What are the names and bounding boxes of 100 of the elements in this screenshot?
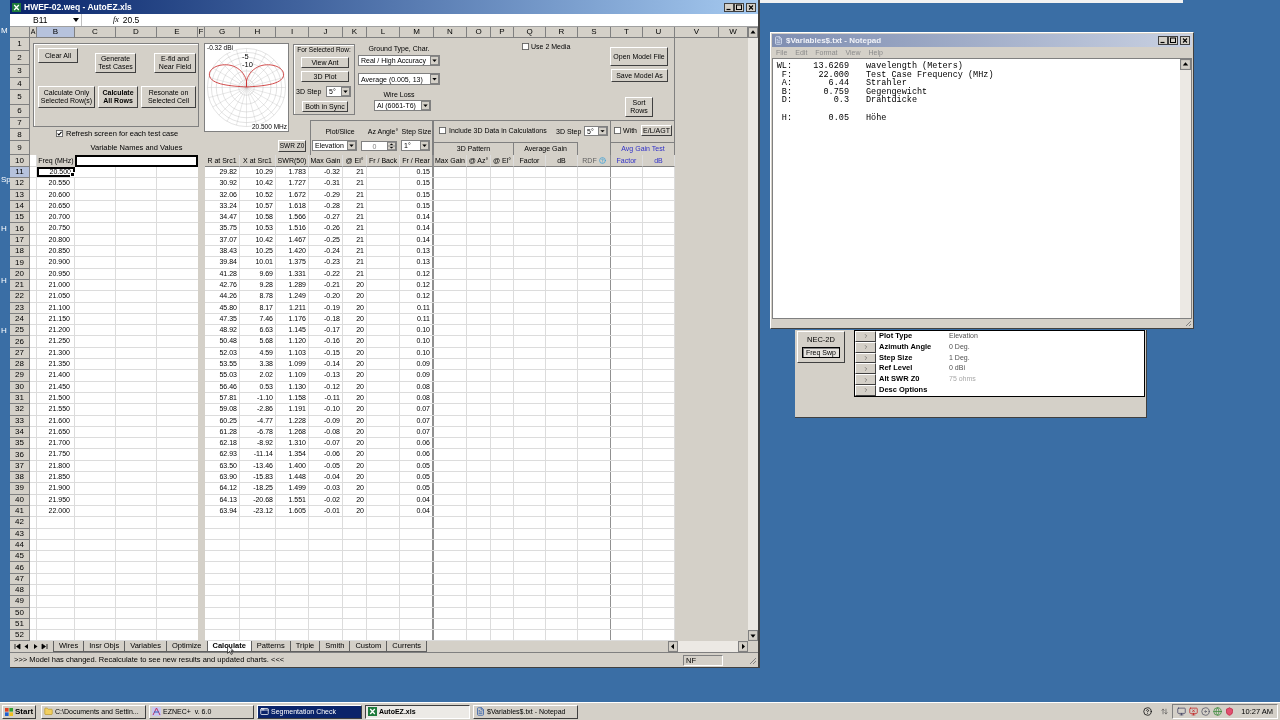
flag-icon <box>5 707 13 716</box>
dropdown-arrow-icon <box>598 127 607 135</box>
row-header[interactable]: 4 <box>10 78 30 90</box>
app-icon <box>152 707 161 716</box>
disc-icon[interactable] <box>1201 707 1211 716</box>
select-all-corner[interactable] <box>10 27 30 38</box>
row-header[interactable]: 8 <box>10 129 30 141</box>
row-header[interactable]: 1 <box>10 38 30 51</box>
window-icon <box>260 707 269 716</box>
row-header[interactable]: 20 <box>10 268 30 280</box>
column-header[interactable]: N <box>434 27 467 38</box>
row-header[interactable]: 33 <box>10 415 30 427</box>
expand-button[interactable] <box>855 341 876 353</box>
monitor-icon[interactable] <box>1177 707 1187 716</box>
notepad-icon <box>774 36 783 45</box>
resize-grip-icon[interactable] <box>747 655 757 665</box>
column-header[interactable]: S <box>578 27 611 38</box>
row-header[interactable]: 30 <box>10 381 30 393</box>
variable-name: B: <box>780 87 792 97</box>
row-header[interactable]: 49 <box>10 596 30 608</box>
row-header[interactable]: 50 <box>10 607 30 619</box>
row-header[interactable]: 13 <box>10 189 30 201</box>
column-header[interactable]: Q <box>514 27 546 38</box>
resize-grip-icon[interactable] <box>1184 319 1192 327</box>
expand-button[interactable] <box>855 385 876 396</box>
checkbox[interactable] <box>614 127 621 134</box>
column-header[interactable]: M <box>400 27 434 38</box>
column-header[interactable]: E <box>157 27 198 38</box>
checkbox[interactable] <box>439 127 446 134</box>
name-box[interactable]: B11 <box>10 14 82 26</box>
column-header[interactable]: T <box>611 27 643 38</box>
row-header[interactable]: 26 <box>10 336 30 348</box>
up-down-arrow-icon[interactable] <box>1161 707 1169 716</box>
row-header[interactable]: 32 <box>10 404 30 416</box>
row-header[interactable]: 23 <box>10 302 30 314</box>
window-title: HWEF-02.weq - AutoEZ.xls <box>24 2 132 12</box>
start-button[interactable]: Start <box>2 704 36 719</box>
column-header[interactable]: K <box>343 27 367 38</box>
row-header[interactable]: 10 <box>10 155 30 167</box>
row-header[interactable]: 42 <box>10 517 30 529</box>
row-header[interactable]: 9 <box>10 141 30 155</box>
column-header[interactable]: G <box>205 27 240 38</box>
formula-field[interactable]: 20.5 <box>118 14 758 26</box>
column-header[interactable]: V <box>675 27 719 38</box>
row-header[interactable]: 22 <box>10 291 30 303</box>
row-header[interactable]: 40 <box>10 494 30 506</box>
row-header[interactable]: 2 <box>10 51 30 65</box>
scroll-down-icon[interactable] <box>748 630 758 641</box>
checkbox[interactable] <box>56 130 63 138</box>
expand-button[interactable] <box>855 352 876 364</box>
scroll-left-icon[interactable] <box>668 641 678 652</box>
row-header[interactable]: 39 <box>10 483 30 495</box>
desktop-icon-label: Sp <box>1 175 11 184</box>
maximize-icon[interactable] <box>734 2 744 12</box>
maximize-icon[interactable] <box>1168 36 1178 45</box>
column-header[interactable]: B <box>37 27 75 38</box>
row-header[interactable]: 36 <box>10 449 30 461</box>
first-sheet-icon[interactable] <box>13 641 22 652</box>
row-header[interactable]: 5 <box>10 90 30 105</box>
row-header[interactable]: 43 <box>10 528 30 540</box>
row-header[interactable]: 6 <box>10 105 30 118</box>
column-header[interactable]: I <box>276 27 309 38</box>
column-header[interactable]: D <box>116 27 157 38</box>
row-header[interactable]: 46 <box>10 562 30 574</box>
column-header[interactable]: C <box>75 27 116 38</box>
column-header[interactable]: U <box>643 27 675 38</box>
scroll-up-icon[interactable] <box>748 27 758 38</box>
help-icon[interactable] <box>1143 707 1153 716</box>
expand-button[interactable] <box>855 374 876 385</box>
shield-icon[interactable] <box>1225 707 1235 716</box>
column-header[interactable]: R <box>546 27 578 38</box>
row-header[interactable]: 12 <box>10 178 30 190</box>
close-icon[interactable] <box>746 2 756 12</box>
disconnected-monitor-icon[interactable] <box>1189 707 1199 716</box>
close-icon[interactable] <box>1180 36 1190 45</box>
column-header[interactable]: L <box>367 27 400 38</box>
column-header[interactable]: J <box>309 27 343 38</box>
column-header[interactable]: H <box>240 27 276 38</box>
text-area[interactable]: WL: 13.6269 wavelength (Meters) F: 22.000 Test Case Frequency (MHz) A: 6.44 Strahler B: 0.759 Gegengewicht D: 0.3 Drahtdicke H: 0.05 Höhe <box>772 58 1192 319</box>
row-header[interactable]: 7 <box>10 118 30 129</box>
checkbox[interactable] <box>522 43 529 50</box>
row-header[interactable]: 3 <box>10 65 30 78</box>
column-header[interactable]: P <box>491 27 514 38</box>
scroll-up-icon[interactable] <box>1180 59 1191 70</box>
row-header[interactable]: 19 <box>10 257 30 269</box>
row-header[interactable]: 16 <box>10 223 30 235</box>
last-sheet-icon[interactable] <box>40 641 49 652</box>
dropdown-arrow-icon <box>341 87 350 96</box>
minimize-icon[interactable] <box>724 2 734 12</box>
expand-button[interactable] <box>855 363 876 375</box>
row-header[interactable]: 47 <box>10 573 30 585</box>
expand-button[interactable] <box>855 331 876 342</box>
variable-value: 13.6269 <box>812 62 849 71</box>
row-header[interactable]: 29 <box>10 370 30 382</box>
scroll-right-icon[interactable] <box>738 641 748 652</box>
variable-description: Drahtdicke <box>866 96 917 105</box>
minimize-icon[interactable] <box>1158 36 1168 45</box>
variable-names-field[interactable] <box>75 155 198 167</box>
fill-handle-icon <box>70 172 75 178</box>
column-header[interactable]: O <box>467 27 491 38</box>
